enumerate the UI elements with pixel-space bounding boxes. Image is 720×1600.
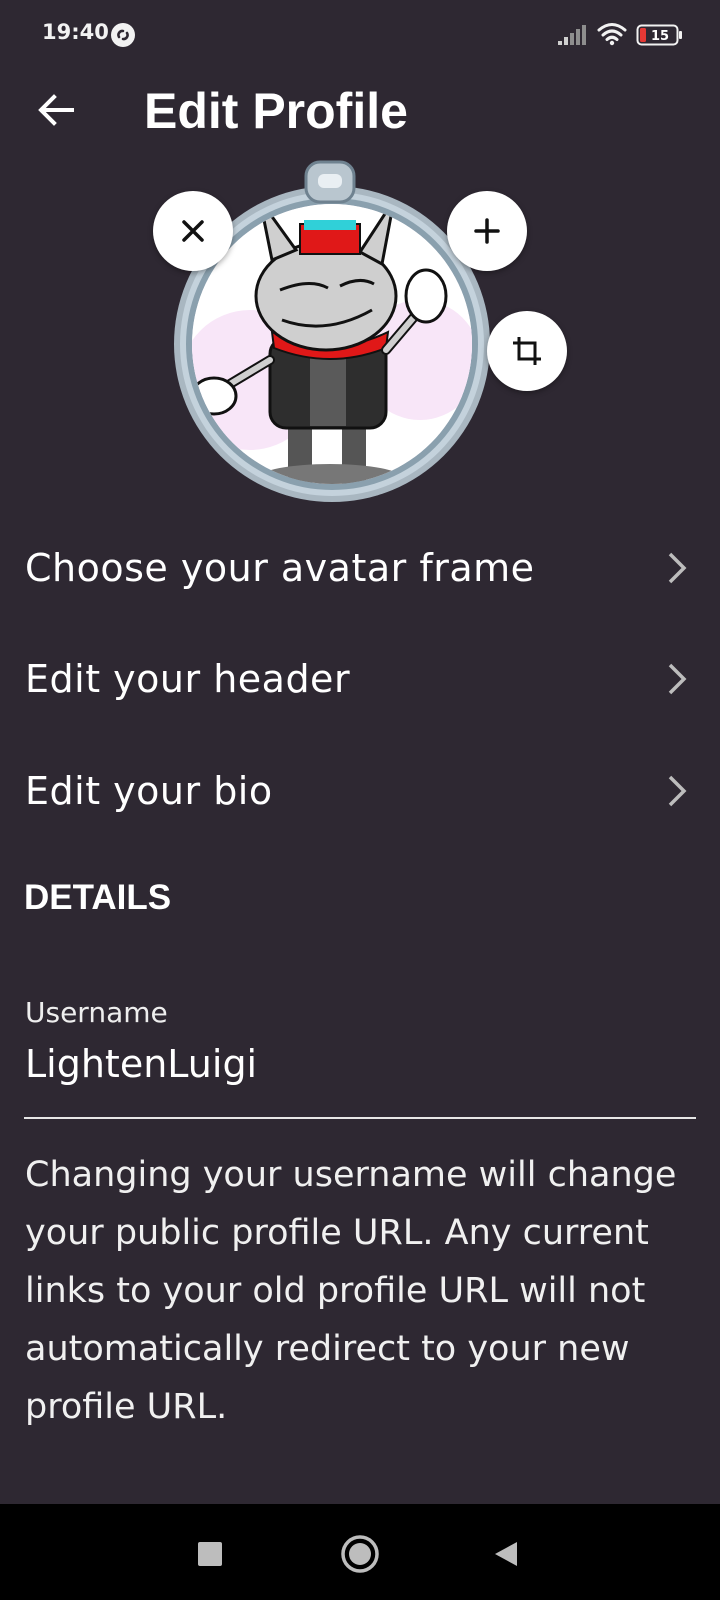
wifi-icon — [597, 23, 627, 46]
crop-icon — [513, 337, 541, 365]
triangle-back-icon — [495, 1542, 517, 1566]
remove-avatar-button[interactable] — [153, 191, 233, 271]
system-nav-bar — [0, 1504, 720, 1600]
username-help-text: Changing your username will change your … — [25, 1155, 677, 1427]
chevron-right-icon — [668, 552, 687, 584]
close-icon — [182, 220, 204, 242]
square-icon — [198, 1542, 222, 1566]
signal-icon — [558, 25, 586, 45]
menu-item-label: Edit your header — [25, 657, 351, 701]
back-button[interactable] — [30, 82, 82, 138]
menu-item-header[interactable]: Edit your header — [0, 629, 720, 729]
status-bar: 19:40 15 — [0, 0, 720, 72]
menu-item-label: Choose your avatar frame — [25, 546, 535, 590]
details-section-title: DETAILS — [24, 878, 172, 917]
battery-level: 15 — [651, 29, 669, 44]
chevron-right-icon — [668, 775, 687, 807]
crop-avatar-button[interactable] — [487, 311, 567, 391]
menu-item-bio[interactable]: Edit your bio — [0, 741, 720, 841]
home-circle-icon — [341, 1535, 379, 1573]
arrow-left-icon — [38, 94, 74, 126]
username-field[interactable]: LightenLuigi — [25, 1042, 257, 1086]
home-button[interactable] — [330, 1524, 390, 1584]
username-label: Username — [25, 996, 168, 1029]
add-avatar-button[interactable] — [447, 191, 527, 271]
edit-profile-screen: 19:40 15 Edit Profile Choose your avatar… — [0, 0, 720, 1600]
battery-icon: 15 — [636, 24, 682, 46]
status-time: 19:40 — [42, 20, 109, 44]
page-title: Edit Profile — [144, 83, 408, 139]
username-underline — [24, 1117, 696, 1119]
menu-item-avatar-frame[interactable]: Choose your avatar frame — [0, 518, 720, 618]
menu-item-label: Edit your bio — [25, 769, 273, 813]
nav-back-button[interactable] — [476, 1524, 536, 1584]
chevron-right-icon — [668, 663, 687, 695]
app-notification-icon — [111, 23, 135, 47]
plus-icon — [474, 218, 500, 244]
recent-apps-button[interactable] — [180, 1524, 240, 1584]
